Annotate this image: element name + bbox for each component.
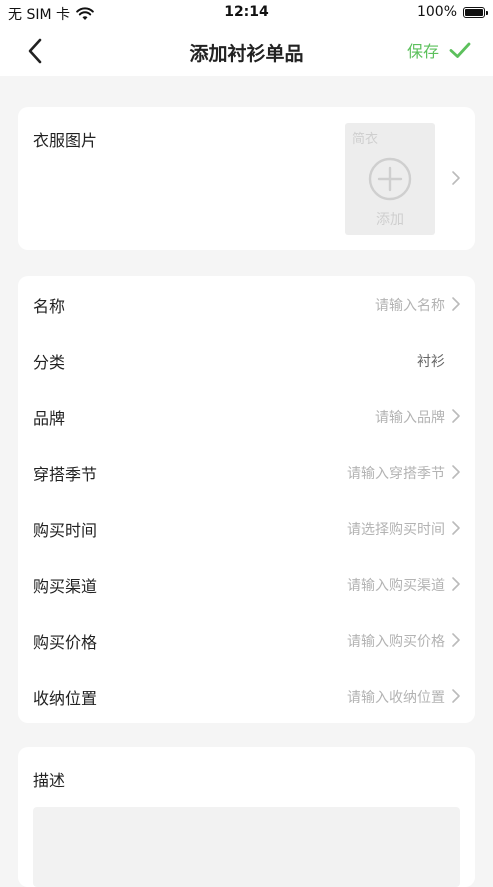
save-button[interactable]: 保存 bbox=[407, 38, 471, 62]
season-input[interactable]: 请输入穿搭季节 bbox=[347, 463, 445, 483]
chevron-right-icon bbox=[452, 577, 460, 591]
battery-area: 100% bbox=[416, 4, 488, 20]
brand-input[interactable]: 请输入品牌 bbox=[375, 407, 445, 427]
chevron-right-icon[interactable] bbox=[451, 170, 461, 186]
chevron-right-icon bbox=[452, 521, 460, 535]
photo-label: 衣服图片 bbox=[33, 131, 98, 150]
form-row-channel[interactable]: 购买渠道 请输入购买渠道 bbox=[18, 556, 475, 612]
form-row-price[interactable]: 购买价格 请输入购买价格 bbox=[18, 612, 475, 668]
row-label: 名称 bbox=[33, 297, 66, 316]
form-row-season[interactable]: 穿搭季节 请输入穿搭季节 bbox=[18, 444, 475, 500]
description-label: 描述 bbox=[33, 771, 66, 790]
add-photo-button[interactable]: 简衣 添加 bbox=[345, 123, 435, 235]
row-label: 分类 bbox=[33, 353, 66, 372]
form-row-purchase-time[interactable]: 购买时间 请选择购买时间 bbox=[18, 500, 475, 556]
battery-text: 100% bbox=[416, 4, 457, 20]
form-row-category[interactable]: 分类 衬衫 bbox=[18, 332, 475, 388]
chevron-right-icon bbox=[452, 633, 460, 647]
category-value: 衬衫 bbox=[417, 354, 445, 370]
name-input[interactable]: 请输入名称 bbox=[375, 295, 445, 315]
row-label: 购买价格 bbox=[33, 633, 98, 652]
row-label: 购买渠道 bbox=[33, 577, 98, 596]
form-row-storage[interactable]: 收纳位置 请输入收纳位置 bbox=[18, 668, 475, 724]
row-label: 穿搭季节 bbox=[33, 465, 98, 484]
form-row-brand[interactable]: 品牌 请输入品牌 bbox=[18, 388, 475, 444]
price-input[interactable]: 请输入购买价格 bbox=[347, 631, 445, 651]
check-icon bbox=[449, 42, 471, 58]
chevron-right-icon bbox=[452, 465, 460, 479]
nav-bar: 添加衬衫单品 保存 bbox=[0, 26, 493, 76]
description-card: 描述 bbox=[18, 747, 475, 887]
row-label: 收纳位置 bbox=[33, 689, 98, 708]
save-label: 保存 bbox=[406, 42, 439, 61]
description-textarea[interactable] bbox=[33, 807, 460, 887]
add-photo-label: 添加 bbox=[376, 212, 404, 228]
form-row-name[interactable]: 名称 请输入名称 bbox=[18, 276, 475, 332]
status-bar: 无 SIM 卡 12:14 100% bbox=[0, 0, 493, 26]
battery-icon bbox=[463, 6, 488, 18]
photo-card: 衣服图片 简衣 添加 bbox=[18, 107, 475, 250]
chevron-right-icon bbox=[452, 297, 460, 311]
row-label: 购买时间 bbox=[33, 521, 98, 540]
purchase-time-picker[interactable]: 请选择购买时间 bbox=[347, 519, 445, 539]
form-card: 名称 请输入名称 分类 衬衫 品牌 请输入品牌 穿搭季节 请输入穿搭季节 购买时… bbox=[18, 276, 475, 723]
chevron-right-icon bbox=[452, 409, 460, 423]
photo-watermark: 简衣 bbox=[352, 132, 379, 147]
storage-input[interactable]: 请输入收纳位置 bbox=[347, 687, 445, 707]
row-label: 品牌 bbox=[33, 409, 66, 428]
chevron-right-icon bbox=[452, 689, 460, 703]
channel-input[interactable]: 请输入购买渠道 bbox=[347, 575, 445, 595]
plus-circle-icon bbox=[368, 157, 412, 201]
